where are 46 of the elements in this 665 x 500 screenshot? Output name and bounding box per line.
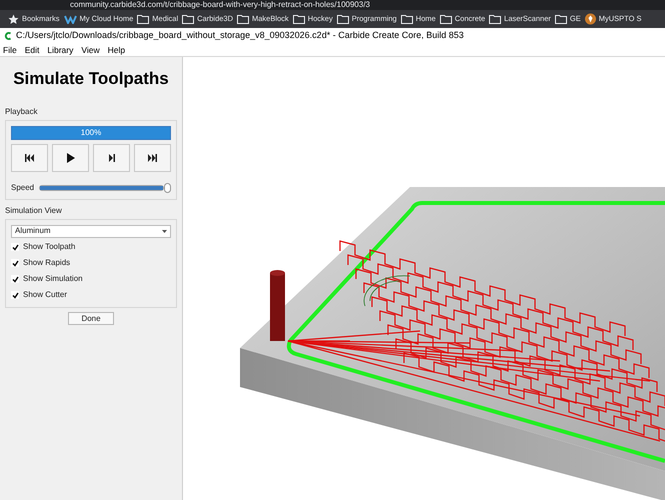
done-button[interactable]: Done <box>68 312 114 324</box>
panel-title: Simulate Toolpaths <box>12 68 170 90</box>
folder-icon <box>489 14 502 24</box>
menu-item[interactable]: Library <box>47 44 74 56</box>
slider-handle[interactable] <box>164 182 171 192</box>
folder-icon <box>400 14 413 24</box>
app-logo-icon <box>4 32 12 40</box>
folder-icon <box>440 14 452 24</box>
checkbox-row[interactable]: Show Cutter <box>11 288 171 302</box>
star-icon <box>8 14 19 24</box>
checkmark-icon <box>12 292 18 298</box>
progress-text: 100% <box>80 126 102 138</box>
group-label: Simulation View <box>5 204 63 216</box>
play-icon <box>66 152 74 162</box>
folder-icon <box>336 14 349 24</box>
playback-button[interactable] <box>11 144 48 172</box>
folder-icon <box>182 14 194 24</box>
menu-item[interactable]: View <box>81 44 100 56</box>
folder-icon <box>292 14 305 24</box>
checkbox[interactable] <box>11 243 19 251</box>
checkbox-row[interactable]: Show Simulation <box>11 272 171 286</box>
checkbox[interactable] <box>11 275 19 283</box>
folder-icon <box>237 14 249 24</box>
checkmark-icon <box>12 244 18 250</box>
window-title: C:/Users/jtclo/Downloads/cribbage_board_without_storage_v8_09032026.c2d* - Carbide Create Core, Build 853 <box>16 29 464 42</box>
skip-back-icon <box>25 154 34 162</box>
folder-icon <box>137 14 150 24</box>
checkbox[interactable] <box>11 259 19 267</box>
menu-item[interactable]: File <box>3 44 17 56</box>
checkbox-row[interactable]: Show Rapids <box>11 256 171 270</box>
checkmark-icon <box>12 260 18 266</box>
dropdown-arrow-icon <box>162 230 167 232</box>
playback-button[interactable] <box>93 144 130 172</box>
playback-button[interactable] <box>52 144 89 172</box>
playback-button[interactable] <box>134 144 171 172</box>
folder-icon <box>554 14 567 24</box>
skip-forward-icon <box>148 154 157 162</box>
checkbox-row[interactable]: Show Toolpath <box>11 240 171 254</box>
step-forward-icon <box>108 154 114 162</box>
menu-item[interactable]: Edit <box>24 44 40 56</box>
speed-label: Speed <box>11 182 34 194</box>
checkmark-icon <box>12 276 18 282</box>
group-label: Playback <box>5 106 38 118</box>
menu-item[interactable]: Help <box>108 44 126 56</box>
checkbox[interactable] <box>11 291 19 299</box>
material-dropdown[interactable]: Aluminum <box>11 224 171 238</box>
